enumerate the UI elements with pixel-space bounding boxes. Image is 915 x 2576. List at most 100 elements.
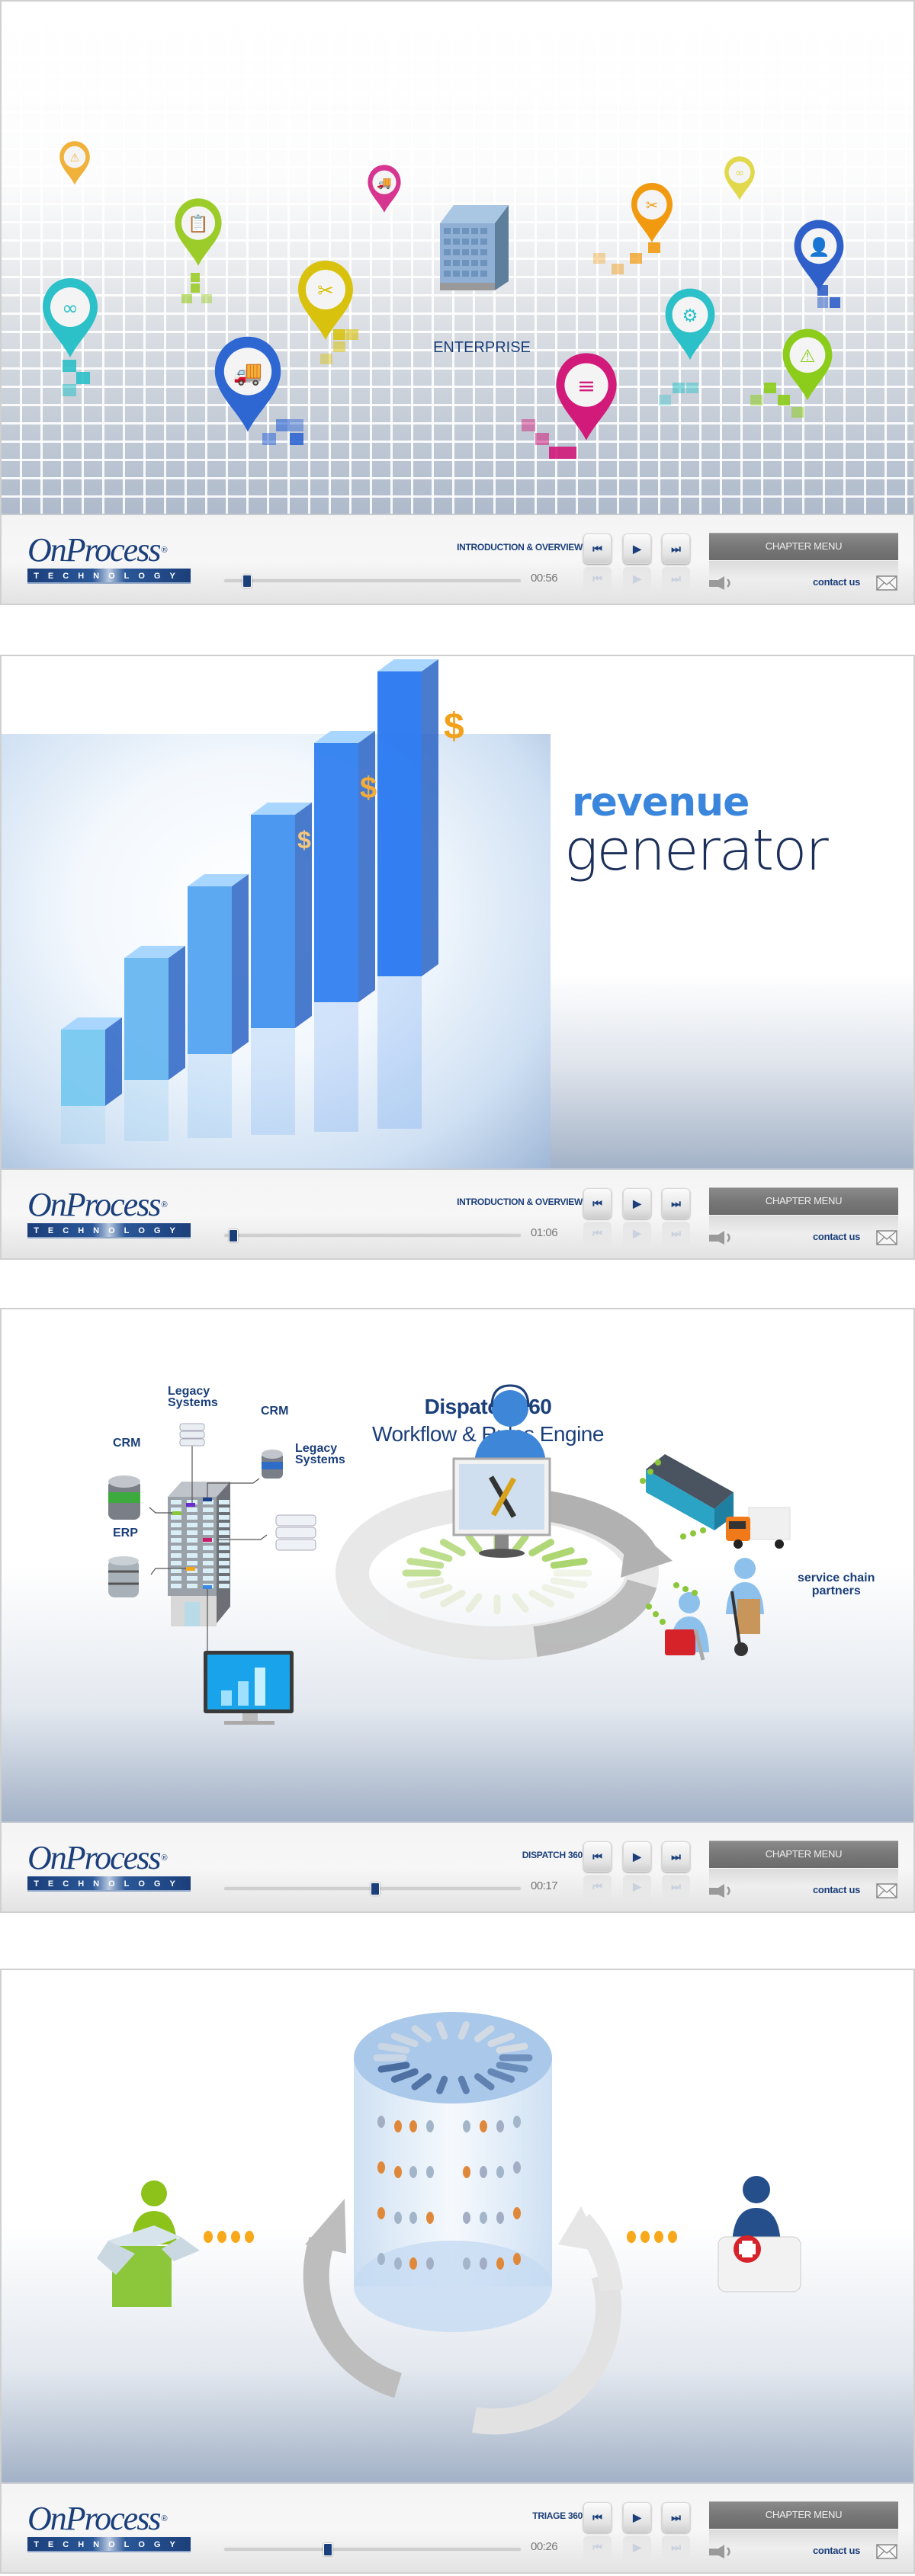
window — [187, 1584, 197, 1588]
spinner-segment — [436, 2075, 448, 2094]
speaker-icon[interactable] — [709, 1231, 735, 1245]
speaker-icon[interactable] — [709, 1884, 735, 1898]
data-dot — [394, 2212, 402, 2224]
chapter-menu-button[interactable]: CHAPTER MENU — [709, 1187, 898, 1215]
play-icon: ▶ — [633, 543, 641, 555]
chapter-menu-button[interactable]: CHAPTER MENU — [709, 2501, 898, 2529]
speaker-icon[interactable] — [709, 2545, 735, 2558]
enterprise-building-icon — [440, 205, 509, 290]
previous-button[interactable]: ⏮ — [583, 2502, 612, 2533]
spinner-segment — [419, 1584, 453, 1599]
warehouse-icon — [646, 1454, 734, 1530]
revenue-bar — [124, 946, 185, 1141]
user-icon: 👤 — [807, 236, 830, 258]
previous-button[interactable]: ⏮ — [583, 1188, 612, 1219]
spinner-segment — [496, 2043, 528, 2054]
contact-us-link[interactable]: contact us — [813, 576, 860, 588]
window — [171, 1530, 181, 1535]
revenue-chart-illustration: $ $ $ — [61, 659, 464, 1144]
chapter-menu-button[interactable]: CHAPTER MENU — [709, 1841, 898, 1868]
chapter-menu-button[interactable]: CHAPTER MENU — [709, 533, 898, 560]
window — [203, 1561, 214, 1565]
slider-handle[interactable] — [229, 1229, 239, 1242]
next-button[interactable]: ⏭ — [662, 1188, 690, 1219]
slider-handle[interactable] — [371, 1882, 380, 1895]
play-button[interactable]: ▶ — [623, 533, 651, 564]
next-button[interactable]: ⏭ — [662, 2502, 690, 2533]
enterprise-illustration: ENTERPRISE — [63, 205, 840, 459]
envelope-icon[interactable] — [876, 575, 897, 591]
slider-handle[interactable] — [242, 575, 252, 588]
data-dot — [480, 2120, 487, 2132]
contact-us-link[interactable]: contact us — [813, 1231, 860, 1242]
window — [203, 1553, 214, 1558]
progress-slider[interactable] — [223, 1229, 522, 1242]
window — [171, 1523, 181, 1527]
next-button[interactable]: ⏭ — [662, 1841, 690, 1872]
envelope-icon[interactable] — [876, 2544, 897, 2559]
binoculars-map-pin: ∞ — [723, 155, 756, 206]
window — [219, 1568, 230, 1573]
logo-tagline: TECHNOLOGY — [27, 2537, 191, 2552]
spinner-segment — [550, 1558, 588, 1569]
warning-map-pin: ⚠ — [58, 139, 92, 191]
data-dot — [513, 2253, 521, 2265]
window — [219, 1546, 230, 1550]
progress-slider[interactable] — [223, 575, 522, 588]
window — [187, 1553, 197, 1558]
play-button[interactable]: ▶ — [623, 1188, 651, 1219]
scene-revenue: $ $ $ revenue generator — [2, 656, 913, 1168]
button-reflection: ▶ — [623, 1222, 651, 1249]
skip-forward-icon: ⏭ — [671, 543, 681, 555]
onprocess-logo: OnProcess ® TECHNOLOGY — [27, 1188, 201, 1238]
video-player-4: OnProcess ® TECHNOLOGY TRIAGE 360 00:26 ⏮… — [0, 1969, 915, 2574]
speaker-icon[interactable] — [709, 576, 735, 590]
spinner-segment — [439, 1539, 466, 1557]
previous-button[interactable]: ⏮ — [583, 1841, 612, 1872]
video-player-3: Dispatch 360 Workflow & Rules Engine Leg… — [0, 1308, 915, 1913]
data-dot — [496, 2120, 504, 2132]
progress-slider[interactable] — [223, 2543, 522, 2556]
window — [219, 1507, 230, 1512]
data-dot — [377, 2207, 385, 2219]
data-dot — [463, 2212, 470, 2224]
time-display: 01:06 — [531, 1226, 558, 1239]
data-dot — [496, 2257, 504, 2270]
scene-dispatch: Dispatch 360 Workflow & Rules Engine Leg… — [2, 1309, 913, 1821]
slider-handle[interactable] — [323, 2543, 333, 2556]
contact-us-link[interactable]: contact us — [813, 2545, 860, 2556]
chapter-title: INTRODUCTION & OVERVIEW — [457, 1197, 583, 1207]
data-dot — [480, 2166, 487, 2178]
button-reflection: ⏮ — [583, 1222, 612, 1249]
registered-mark: ® — [161, 546, 167, 555]
truck-map-pin: 🚚 — [211, 333, 284, 439]
data-dot — [377, 2161, 385, 2174]
skip-back-icon: ⏮ — [592, 2511, 602, 2523]
window — [171, 1515, 181, 1520]
play-button[interactable]: ▶ — [623, 1841, 651, 1872]
envelope-icon[interactable] — [876, 1230, 897, 1245]
monitor-tools-icon — [452, 1457, 551, 1558]
next-button[interactable]: ⏭ — [662, 533, 690, 564]
window — [219, 1576, 230, 1581]
logo-wordmark: OnProcess — [27, 2500, 161, 2537]
chapter-title: INTRODUCTION & OVERVIEW — [457, 542, 583, 553]
previous-button[interactable]: ⏮ — [583, 533, 612, 564]
crm-database-left-icon — [108, 1475, 140, 1520]
envelope-icon[interactable] — [876, 1883, 897, 1898]
chapter-menu-reflection — [709, 1216, 898, 1234]
progress-slider[interactable] — [223, 1882, 522, 1895]
processing-cylinder-icon — [354, 2012, 552, 2332]
tools-icon: ✂ — [317, 280, 334, 303]
user-map-pin: 👤 — [791, 217, 846, 298]
spinner-segment — [496, 2062, 528, 2073]
contact-us-link[interactable]: contact us — [813, 1884, 860, 1895]
play-button[interactable]: ▶ — [623, 2502, 651, 2533]
data-dot — [409, 2257, 417, 2270]
clipboard-map-pin: 📋 — [172, 196, 224, 272]
revenue-bars — [61, 659, 438, 1144]
spinner-segment — [439, 1589, 466, 1607]
data-dot — [394, 2120, 402, 2132]
spinner-segment — [512, 1533, 529, 1553]
window — [219, 1500, 230, 1504]
